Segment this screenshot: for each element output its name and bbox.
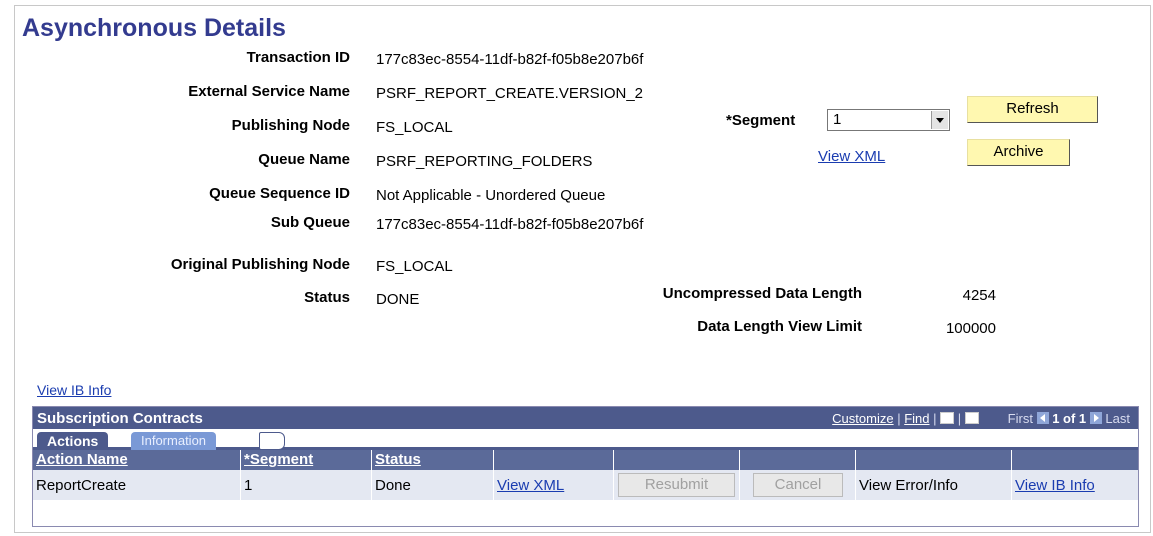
grid-navigation: Customize | Find | | First 1 of 1 Last xyxy=(832,411,1130,426)
customize-link[interactable]: Customize xyxy=(832,411,893,426)
row-view-ib-info-link[interactable]: View IB Info xyxy=(1015,477,1095,494)
sub-queue-value: 177c83ec-8554-11df-b82f-f05b8e207b6f xyxy=(376,216,644,233)
status-cell: Done xyxy=(375,477,411,494)
next-page-icon[interactable] xyxy=(1089,412,1102,424)
sub-queue-label: Sub Queue xyxy=(270,214,350,231)
data-length-view-limit-label: Data Length View Limit xyxy=(697,318,862,335)
table-cell: View IB Info xyxy=(1012,470,1138,500)
table-cell: View XML xyxy=(494,470,613,500)
table-cell: Cancel xyxy=(740,470,855,500)
previous-page-icon[interactable] xyxy=(1036,412,1049,424)
subscription-contracts-grid: Subscription Contracts Customize | Find … xyxy=(32,406,1139,527)
first-label: First xyxy=(1007,411,1033,426)
column-header-blank xyxy=(1012,450,1138,470)
table-cell: ReportCreate xyxy=(33,470,240,500)
tab-actions[interactable]: Actions xyxy=(37,432,109,450)
external-service-name-value: PSRF_REPORT_CREATE.VERSION_2 xyxy=(376,85,644,102)
column-header-label[interactable]: *Segment xyxy=(244,451,313,468)
transaction-id-value: 177c83ec-8554-11df-b82f-f05b8e207b6f xyxy=(376,51,644,68)
queue-sequence-id-value: Not Applicable - Unordered Queue xyxy=(376,187,606,204)
queue-sequence-id-label: Queue Sequence ID xyxy=(209,185,350,202)
segment-select[interactable]: 1 xyxy=(827,109,950,131)
data-length-view-limit-value: 100000 xyxy=(945,320,996,337)
grid-header: Subscription Contracts Customize | Find … xyxy=(33,407,1138,429)
column-header-blank xyxy=(614,450,739,470)
grid-title: Subscription Contracts xyxy=(37,410,203,427)
queue-name-label: Queue Name xyxy=(258,151,350,168)
transaction-id-label: Transaction ID xyxy=(246,49,350,66)
grid-tab-bar: Actions Information xyxy=(33,429,1138,450)
queue-name-value: PSRF_REPORTING_FOLDERS xyxy=(376,153,593,170)
segment-label: *Segment xyxy=(726,112,796,129)
resubmit-button[interactable]: Resubmit xyxy=(618,473,735,497)
chevron-down-icon[interactable] xyxy=(931,111,948,129)
publishing-node-value: FS_LOCAL xyxy=(376,119,453,136)
uncompressed-data-length-value: 4254 xyxy=(962,287,996,304)
archive-button[interactable]: Archive xyxy=(967,139,1070,166)
publishing-node-label: Publishing Node xyxy=(231,117,350,134)
column-header-blank xyxy=(740,450,855,470)
page-title: Asynchronous Details xyxy=(22,14,286,42)
column-header-blank xyxy=(494,450,613,470)
table-cell: View Error/Info xyxy=(856,470,1011,500)
cancel-button[interactable]: Cancel xyxy=(753,473,843,497)
external-service-name-label: External Service Name xyxy=(188,83,350,100)
view-xml-link[interactable]: View XML xyxy=(818,148,885,165)
view-all-icon[interactable] xyxy=(940,412,955,424)
tab-information[interactable]: Information xyxy=(131,432,217,450)
table-cell: Resubmit xyxy=(614,470,739,500)
action-name-cell: ReportCreate xyxy=(36,477,127,494)
show-all-columns-icon[interactable] xyxy=(259,432,285,450)
column-header-blank xyxy=(856,450,1011,470)
column-header-action-name[interactable]: Action Name xyxy=(33,450,240,470)
segment-cell: 1 xyxy=(244,477,253,494)
table-cell: 1 xyxy=(241,470,371,500)
original-publishing-node-label: Original Publishing Node xyxy=(170,256,350,273)
find-link[interactable]: Find xyxy=(904,411,929,426)
last-label: Last xyxy=(1105,411,1130,426)
column-header-label[interactable]: Action Name xyxy=(36,451,128,468)
table-cell: Done xyxy=(372,470,493,500)
status-label: Status xyxy=(304,289,350,306)
column-header-label[interactable]: Status xyxy=(375,451,421,468)
download-grid-icon[interactable] xyxy=(964,412,979,424)
segment-selected-value: 1 xyxy=(833,111,842,128)
column-header-status[interactable]: Status xyxy=(372,450,493,470)
status-value: DONE xyxy=(376,291,420,308)
column-header-segment[interactable]: *Segment xyxy=(241,450,371,470)
row-view-xml-link[interactable]: View XML xyxy=(497,477,564,494)
view-error-info-cell: View Error/Info xyxy=(859,477,958,494)
view-ib-info-link[interactable]: View IB Info xyxy=(37,382,111,398)
refresh-button[interactable]: Refresh xyxy=(967,96,1098,123)
page-indicator: 1 of 1 xyxy=(1052,411,1087,426)
uncompressed-data-length-label: Uncompressed Data Length xyxy=(662,285,862,302)
original-publishing-node-value: FS_LOCAL xyxy=(376,258,453,275)
